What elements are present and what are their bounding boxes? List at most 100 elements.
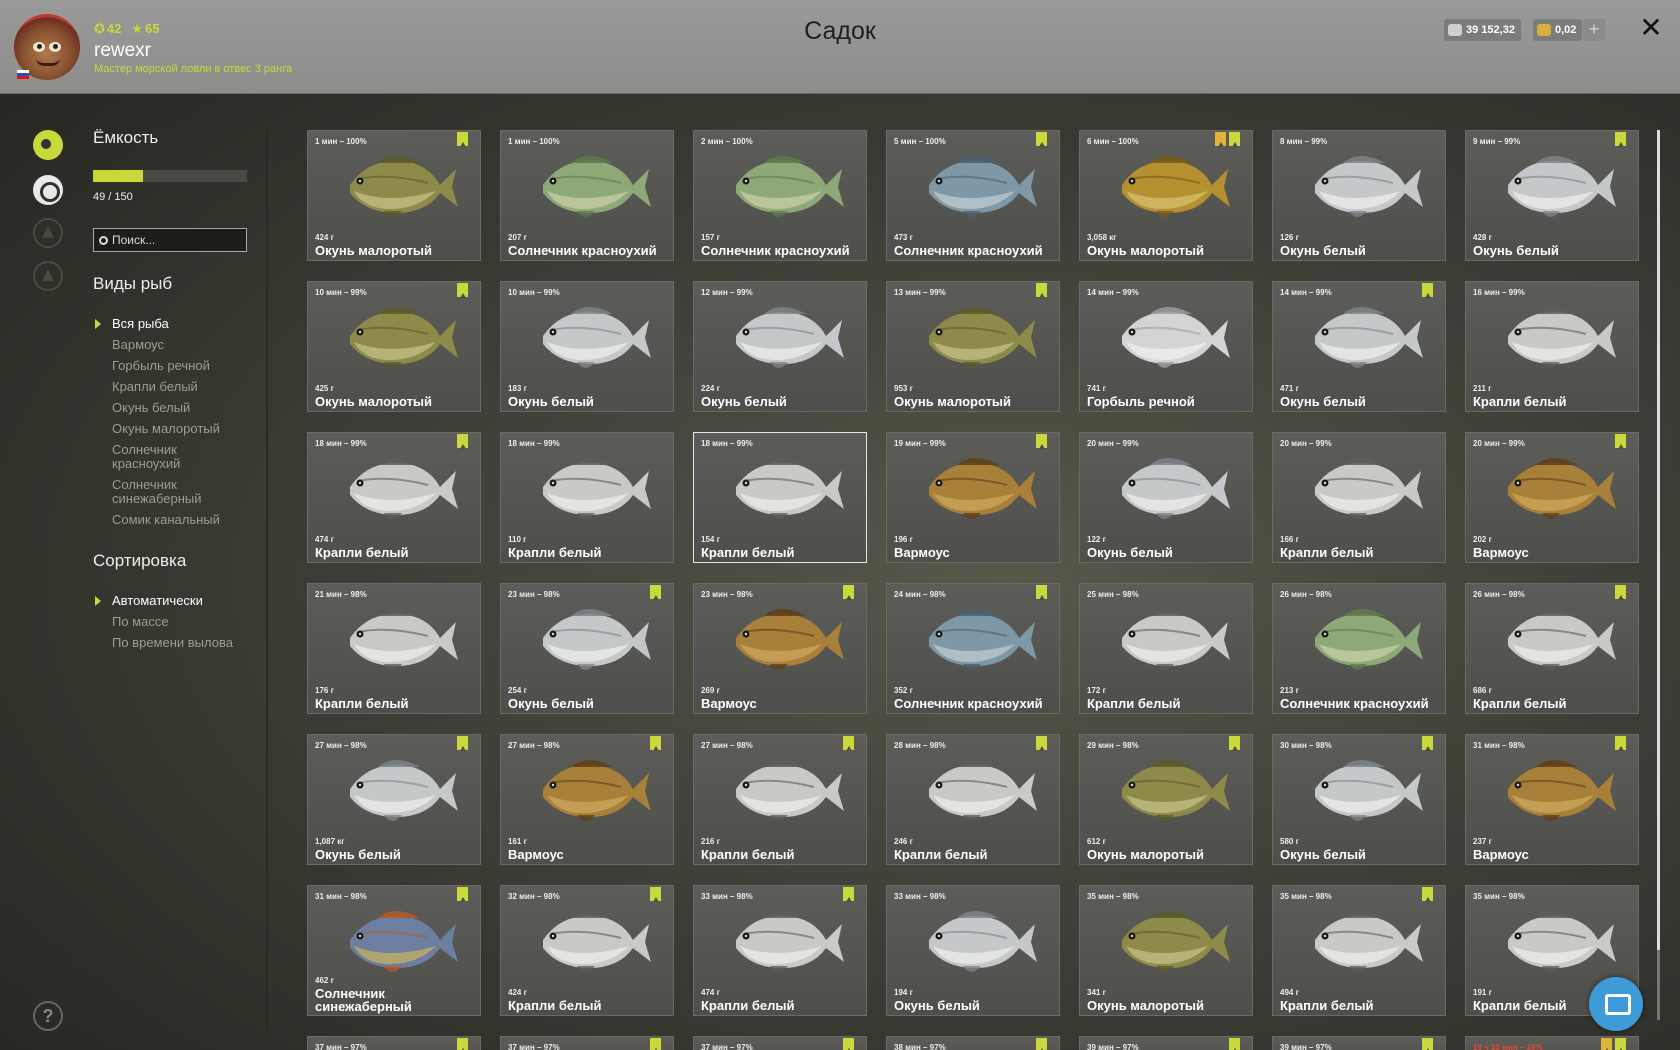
fish-card[interactable]: 26 мин – 98% 686 г Крапли белый — [1465, 583, 1639, 714]
species-filter-item-7[interactable]: Солнечник синежаберный — [93, 478, 233, 506]
bookmark-icon[interactable] — [1422, 736, 1433, 751]
fish-card[interactable]: 13 мин – 99% 953 г Окунь малоротый — [886, 281, 1060, 412]
fish-card[interactable]: 27 мин – 98% 1,087 кг Окунь белый — [307, 734, 481, 865]
species-filter-item-5[interactable]: Окунь малоротый — [93, 422, 233, 436]
search-box[interactable] — [93, 228, 247, 252]
fish-card[interactable]: 26 мин – 98% 213 г Солнечник красноухий — [1272, 583, 1446, 714]
bookmark-icon[interactable] — [843, 1038, 854, 1050]
add-currency-button[interactable]: + — [1583, 19, 1605, 41]
fish-card[interactable]: 23 мин – 98% 254 г Окунь белый — [500, 583, 674, 714]
bookmark-icon[interactable] — [457, 434, 468, 449]
bookmark-icon[interactable] — [843, 585, 854, 600]
fish-card[interactable]: 29 мин – 98% 612 г Окунь малоротый — [1079, 734, 1253, 865]
bookmark-icon[interactable] — [457, 283, 468, 298]
fish-card[interactable]: 8 мин – 99% 126 г Окунь белый — [1272, 130, 1446, 261]
fish-card[interactable]: 39 мин – 97% — [1272, 1036, 1446, 1050]
fish-card[interactable]: 30 мин – 98% 580 г Окунь белый — [1272, 734, 1446, 865]
bookmark-icon[interactable] — [650, 736, 661, 751]
bookmark-icon[interactable] — [1036, 1038, 1047, 1050]
scrollbar-thumb[interactable] — [1657, 130, 1660, 950]
fish-card[interactable]: 33 мин – 98% 194 г Окунь белый — [886, 885, 1060, 1016]
species-filter-item-3[interactable]: Крапли белый — [93, 380, 233, 394]
fish-card[interactable]: 20 мин – 99% 202 г Вармоус — [1465, 432, 1639, 563]
fish-card[interactable]: 27 мин – 98% 161 г Вармоус — [500, 734, 674, 865]
fish-card[interactable]: 20 мин – 99% 166 г Крапли белый — [1272, 432, 1446, 563]
bookmark-icon[interactable] — [1422, 283, 1433, 298]
bookmark-icon[interactable] — [1036, 283, 1047, 298]
fish-card[interactable]: 35 мин – 98% 494 г Крапли белый — [1272, 885, 1446, 1016]
species-filter-item-4[interactable]: Окунь белый — [93, 401, 233, 415]
fish-card[interactable]: 12 мин – 99% 224 г Окунь белый — [693, 281, 867, 412]
fish-card[interactable]: 21 мин – 98% 176 г Крапли белый — [307, 583, 481, 714]
fish-card[interactable]: 19 мин – 99% 196 г Вармоус — [886, 432, 1060, 563]
fish-card[interactable]: 38 мин – 97% — [886, 1036, 1060, 1050]
bookmark-icon[interactable] — [1422, 1038, 1433, 1050]
bookmark-icon[interactable] — [843, 736, 854, 751]
fish-card[interactable]: 31 мин – 98% 237 г Вармоус — [1465, 734, 1639, 865]
sort-option-0[interactable]: Автоматически — [93, 594, 233, 608]
bookmark-icon[interactable] — [1615, 585, 1626, 600]
fish-card[interactable]: 24 мин – 98% 352 г Солнечник красноухий — [886, 583, 1060, 714]
house-nav-icon[interactable] — [33, 261, 63, 291]
species-filter-item-6[interactable]: Солнечник красноухий — [93, 443, 233, 471]
fish-card[interactable]: 35 мин – 98% 341 г Окунь малоротый — [1079, 885, 1253, 1016]
fish-card[interactable]: 10 мин – 99% 425 г Окунь малоротый — [307, 281, 481, 412]
bookmark-icon[interactable] — [843, 887, 854, 902]
help-button[interactable]: ? — [33, 1001, 63, 1031]
fish-card[interactable]: 19 ч 32 мин – 19% — [1465, 1036, 1639, 1050]
fish-card[interactable]: 1 мин – 100% 424 г Окунь малоротый — [307, 130, 481, 261]
fish-card[interactable]: 2 мин – 100% 157 г Солнечник красноухий — [693, 130, 867, 261]
bookmark-icon[interactable] — [1036, 736, 1047, 751]
bookmark-icon[interactable] — [1615, 736, 1626, 751]
bookmark-icon[interactable] — [457, 1038, 468, 1050]
species-filter-item-0[interactable]: Вся рыба — [93, 317, 233, 331]
sort-option-2[interactable]: По времени вылова — [93, 636, 233, 650]
fish-card[interactable]: 33 мин – 98% 474 г Крапли белый — [693, 885, 867, 1016]
close-button[interactable]: ✕ — [1636, 13, 1666, 43]
bookmark-icon[interactable] — [1615, 434, 1626, 449]
trophy-nav-icon[interactable] — [33, 175, 63, 205]
bookmark-icon[interactable] — [1229, 132, 1240, 147]
bookmark-icon[interactable] — [1229, 736, 1240, 751]
fish-card[interactable]: 14 мин – 99% 471 г Окунь белый — [1272, 281, 1446, 412]
scrollbar[interactable] — [1657, 130, 1660, 1020]
fish-card[interactable]: 28 мин – 98% 246 г Крапли белый — [886, 734, 1060, 865]
trophy-bookmark-icon[interactable] — [1215, 132, 1226, 147]
trophy-bookmark-icon[interactable] — [1601, 1038, 1612, 1050]
fish-card[interactable]: 18 мин – 99% 110 г Крапли белый — [500, 432, 674, 563]
species-filter-item-2[interactable]: Горбыль речной — [93, 359, 233, 373]
fish-card[interactable]: 16 мин – 99% 211 г Крапли белый — [1465, 281, 1639, 412]
bookmark-icon[interactable] — [1615, 1038, 1626, 1050]
bookmark-icon[interactable] — [457, 736, 468, 751]
bookmark-icon[interactable] — [650, 1038, 661, 1050]
species-filter-item-8[interactable]: Сомик канальный — [93, 513, 233, 527]
bookmark-icon[interactable] — [1229, 1038, 1240, 1050]
fish-card[interactable]: 23 мин – 98% 269 г Вармоус — [693, 583, 867, 714]
fish-card[interactable]: 14 мин – 99% 741 г Горбыль речной — [1079, 281, 1253, 412]
fish-card[interactable]: 25 мин – 98% 172 г Крапли белый — [1079, 583, 1253, 714]
fish-card[interactable]: 39 мин – 97% — [1079, 1036, 1253, 1050]
fish-card[interactable]: 20 мин – 99% 122 г Окунь белый — [1079, 432, 1253, 563]
bookmark-icon[interactable] — [457, 887, 468, 902]
support-chat-button[interactable] — [1589, 977, 1643, 1031]
species-filter-item-1[interactable]: Вармоус — [93, 338, 233, 352]
fish-card[interactable]: 37 мин – 97% — [500, 1036, 674, 1050]
bookmark-icon[interactable] — [650, 585, 661, 600]
bookmark-icon[interactable] — [1036, 132, 1047, 147]
sort-option-1[interactable]: По массе — [93, 615, 233, 629]
bookmark-icon[interactable] — [1036, 434, 1047, 449]
fish-card[interactable]: 18 мин – 99% 474 г Крапли белый — [307, 432, 481, 563]
fish-card[interactable]: 18 мин – 99% 154 г Крапли белый — [693, 432, 867, 563]
fish-card[interactable]: 27 мин – 98% 216 г Крапли белый — [693, 734, 867, 865]
camp-nav-icon[interactable] — [33, 218, 63, 248]
fish-card[interactable]: 9 мин – 99% 428 г Окунь белый — [1465, 130, 1639, 261]
fish-card[interactable]: 1 мин – 100% 207 г Солнечник красноухий — [500, 130, 674, 261]
fish-card[interactable]: 6 мин – 100% 3,058 кг Окунь малоротый — [1079, 130, 1253, 261]
search-input[interactable] — [112, 233, 242, 247]
bookmark-icon[interactable] — [1422, 887, 1433, 902]
fish-card[interactable]: 10 мин – 99% 183 г Окунь белый — [500, 281, 674, 412]
fish-card[interactable]: 31 мин – 98% 462 г Солнечник синежаберный — [307, 885, 481, 1016]
bookmark-icon[interactable] — [1036, 585, 1047, 600]
fish-card[interactable]: 37 мин – 97% — [307, 1036, 481, 1050]
bookmark-icon[interactable] — [457, 132, 468, 147]
